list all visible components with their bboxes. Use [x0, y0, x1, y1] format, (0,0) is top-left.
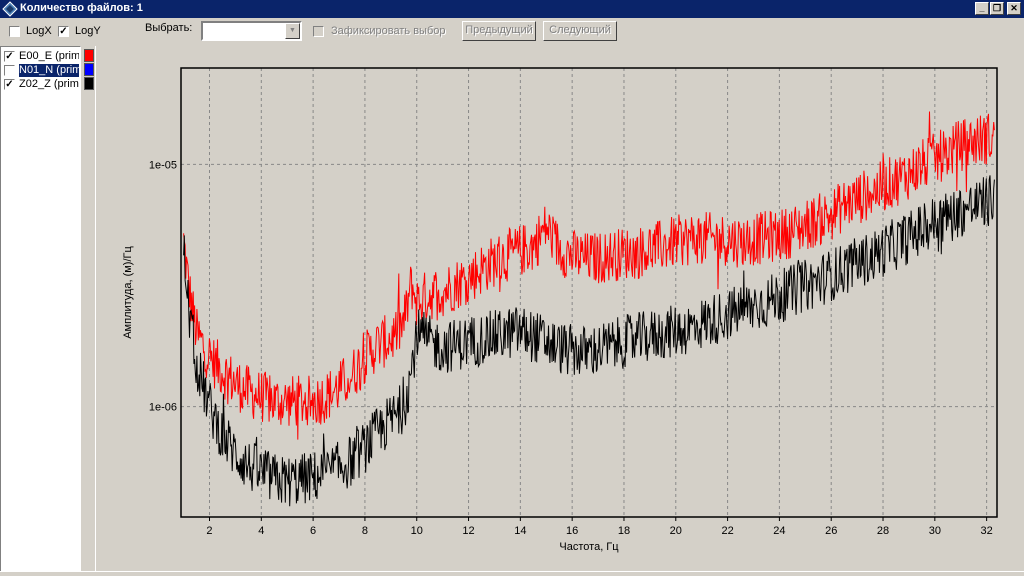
- file-item-n01[interactable]: N01_N (prim: [3, 64, 79, 77]
- file-checkbox-e00[interactable]: ✓: [4, 51, 15, 62]
- logy-label: LogY: [75, 25, 101, 37]
- file-name-e00: E00_E (prim: [19, 50, 79, 62]
- logx-checkbox[interactable]: [9, 26, 20, 37]
- file-checkbox-n01[interactable]: [4, 65, 15, 76]
- previous-button[interactable]: Предыдущий: [462, 21, 536, 41]
- x-tick-label: 12: [462, 525, 474, 537]
- close-button[interactable]: ✕: [1007, 2, 1021, 15]
- x-tick-label: 10: [411, 525, 423, 537]
- chart-grid: [181, 68, 997, 517]
- x-tick-label: 6: [310, 525, 316, 537]
- y-tick-label: 1e-05: [149, 159, 177, 171]
- app-icon: [2, 1, 18, 17]
- color-swatch-z02[interactable]: [84, 77, 94, 90]
- color-swatch-n01[interactable]: [84, 63, 94, 76]
- next-button[interactable]: Следующий: [543, 21, 617, 41]
- x-tick-label: 26: [825, 525, 837, 537]
- x-tick-label: 16: [566, 525, 578, 537]
- y-axis-label: Амплитуда, (м)/Гц: [122, 246, 134, 339]
- fix-selection-label: Зафиксировать выбор: [331, 25, 446, 37]
- chart-series: [183, 111, 995, 507]
- color-swatch-e00[interactable]: [84, 49, 94, 62]
- title-bar: Количество файлов: 1 _ ❐ ✕: [0, 0, 1024, 18]
- x-tick-label: 30: [929, 525, 941, 537]
- x-tick-label: 8: [362, 525, 368, 537]
- file-select-dropdown[interactable]: ▼: [201, 21, 302, 41]
- x-tick-label: 4: [258, 525, 264, 537]
- logy-checkbox[interactable]: ✓: [58, 26, 69, 37]
- logx-label: LogX: [26, 25, 52, 37]
- status-bar: [0, 571, 1024, 576]
- fix-selection-checkbox[interactable]: [313, 26, 324, 37]
- restore-button[interactable]: ❐: [990, 2, 1004, 15]
- window-title: Количество файлов: 1: [20, 2, 143, 14]
- x-tick-label: 22: [721, 525, 733, 537]
- x-tick-label: 20: [670, 525, 682, 537]
- file-name-z02: Z02_Z (prim: [19, 78, 79, 90]
- x-axis-label: Частота, Гц: [559, 541, 619, 553]
- x-tick-label: 2: [206, 525, 212, 537]
- spectrum-chart: 2 4 6 8 10 12 14 16 18 20 22 24 26 28 30 321e-061e-05 Ч…: [122, 67, 998, 553]
- file-item-z02[interactable]: ✓ Z02_Z (prim: [3, 78, 79, 91]
- x-tick-label: 24: [773, 525, 785, 537]
- chevron-down-icon[interactable]: ▼: [285, 23, 300, 39]
- file-list: ✓ E00_E (prim N01_N (prim ✓ Z02_Z (prim: [0, 46, 81, 572]
- x-tick-label: 28: [877, 525, 889, 537]
- x-tick-label: 32: [981, 525, 993, 537]
- panel-splitter[interactable]: [95, 46, 97, 572]
- x-tick-label: 14: [514, 525, 526, 537]
- plot-frame: [180, 67, 998, 518]
- file-name-n01: N01_N (prim: [19, 64, 79, 77]
- select-label: Выбрать:: [145, 22, 193, 34]
- minimize-button[interactable]: _: [975, 2, 989, 15]
- y-tick-label: 1e-06: [149, 402, 177, 414]
- x-tick-label: 18: [618, 525, 630, 537]
- file-checkbox-z02[interactable]: ✓: [4, 79, 15, 90]
- file-item-e00[interactable]: ✓ E00_E (prim: [3, 50, 79, 63]
- series-line-1: [183, 175, 995, 507]
